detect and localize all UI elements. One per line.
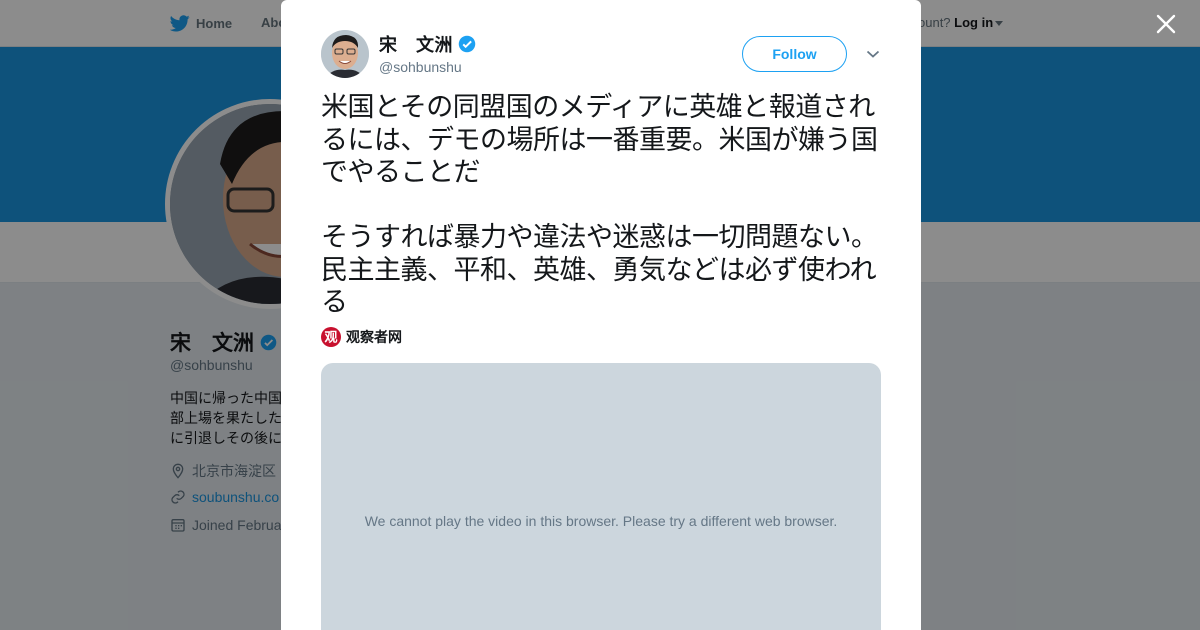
video-player[interactable]: We cannot play the video in this browser… bbox=[321, 363, 881, 630]
video-error-message: We cannot play the video in this browser… bbox=[364, 513, 838, 529]
tweet-source-card[interactable]: 观 观察者网 bbox=[321, 327, 402, 347]
source-logo-icon: 观 bbox=[321, 327, 341, 347]
chevron-down-icon bbox=[866, 50, 880, 58]
verified-badge-icon bbox=[458, 35, 476, 53]
close-button[interactable] bbox=[1153, 11, 1179, 37]
close-icon bbox=[1156, 14, 1176, 34]
tweet-author-name[interactable]: 宋 文洲 bbox=[379, 31, 476, 57]
source-logo-text: 观 bbox=[324, 331, 337, 346]
tweet-text: 米国とその同盟国のメディアに英雄と報道されるには、デモの場所は一番重要。米国が嫌… bbox=[321, 92, 878, 318]
tweet-author-handle[interactable]: @sohbunshu bbox=[379, 59, 462, 75]
tweet-author-avatar[interactable] bbox=[321, 30, 369, 78]
source-name: 观察者网 bbox=[346, 329, 402, 345]
more-options-button[interactable] bbox=[865, 46, 881, 62]
tweet-author-name-text: 宋 文洲 bbox=[379, 35, 453, 55]
follow-button[interactable]: Follow bbox=[742, 36, 847, 72]
avatar-photo bbox=[321, 30, 369, 78]
tweet-modal: 宋 文洲 @sohbunshu Follow 米国とその同盟国のメディアに英雄と… bbox=[281, 0, 921, 630]
